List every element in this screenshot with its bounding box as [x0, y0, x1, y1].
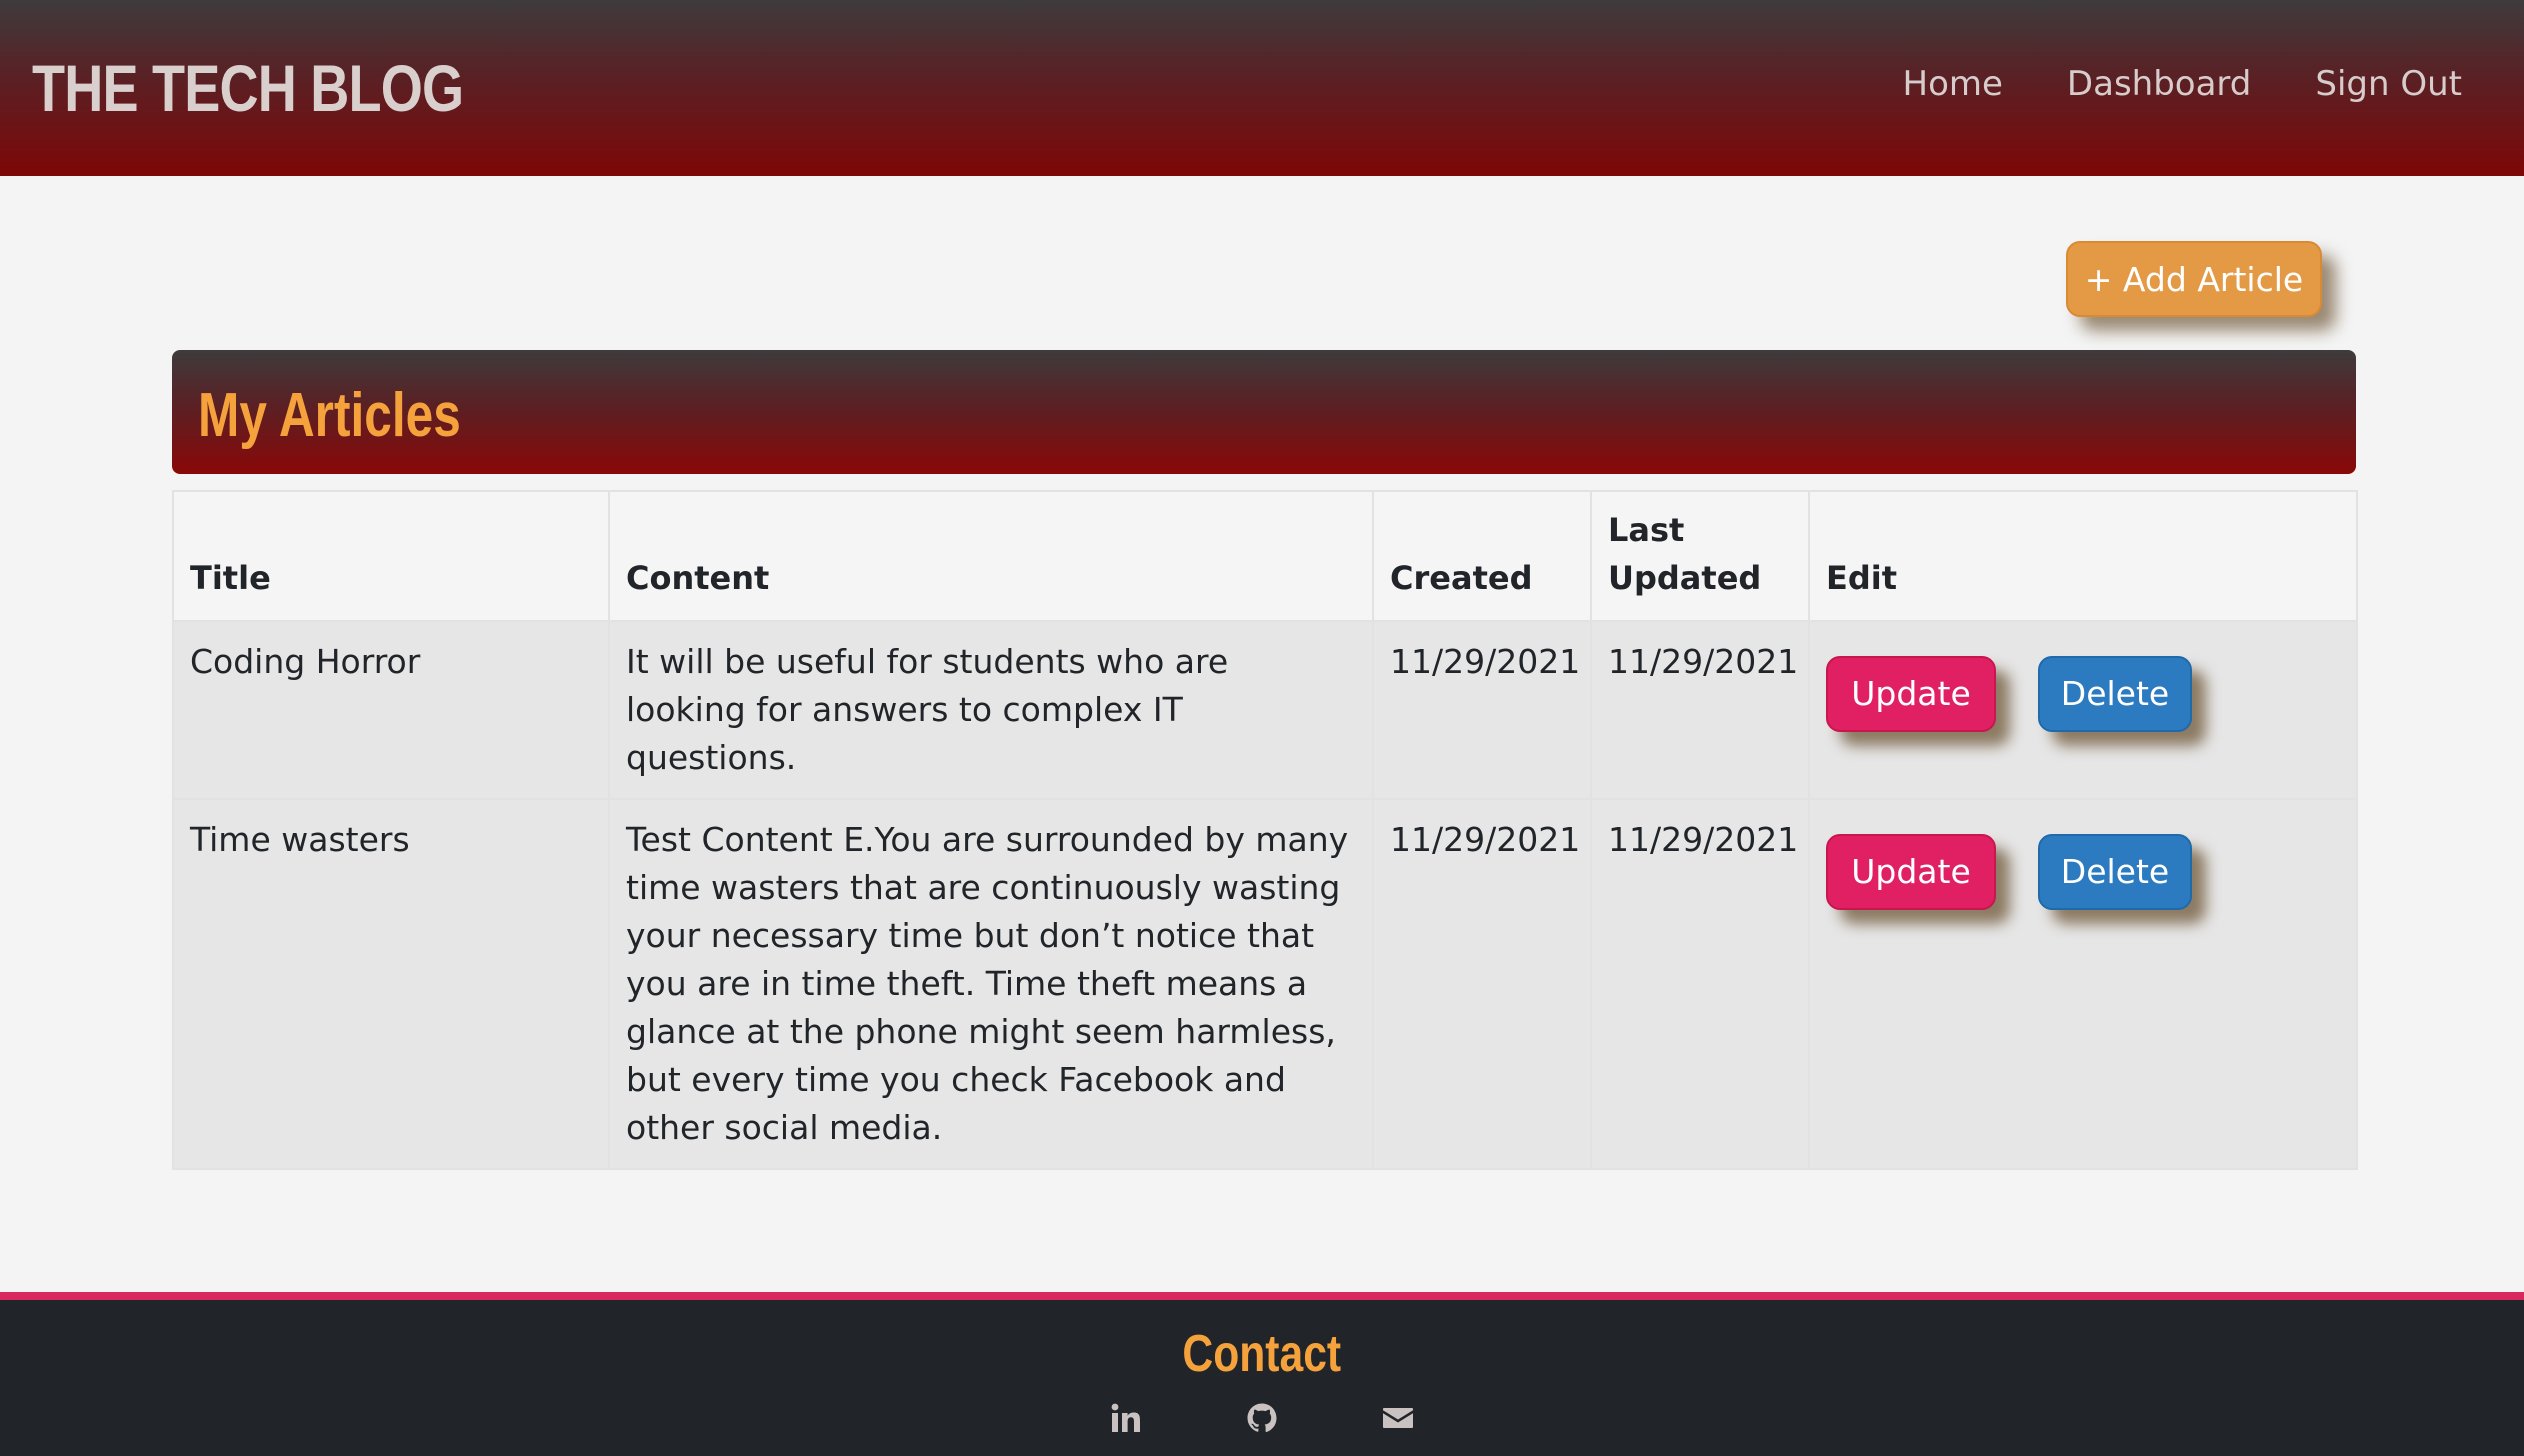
site-header: THE TECH BLOG Home Dashboard Sign Out: [0, 0, 2524, 176]
github-icon[interactable]: [1246, 1402, 1278, 1434]
table-header-row: Title Content Created Last Updated Edit: [172, 490, 2358, 622]
main-nav: Home Dashboard Sign Out: [1903, 64, 2462, 104]
article-content-cell: Test Content E.You are surrounded by man…: [608, 798, 1374, 1170]
article-title-cell: Coding Horror: [172, 620, 610, 800]
contact-icons: [0, 1402, 2524, 1434]
table-row: Time wasters Test Content E.You are surr…: [172, 798, 2358, 1170]
article-edit-cell: Update Delete: [1808, 620, 2358, 800]
nav-home-link[interactable]: Home: [1903, 64, 2003, 104]
panel-title: My Articles: [198, 381, 461, 450]
update-button[interactable]: Update: [1826, 656, 1996, 732]
article-title-cell: Time wasters: [172, 798, 610, 1170]
table-row: Coding Horror It will be useful for stud…: [172, 620, 2358, 800]
column-header-title: Title: [172, 490, 610, 622]
article-content-cell: It will be useful for students who are l…: [608, 620, 1374, 800]
contact-heading: Contact: [1182, 1325, 1342, 1383]
article-edit-cell: Update Delete: [1808, 798, 2358, 1170]
column-header-last-updated: Last Updated: [1590, 490, 1810, 622]
email-icon[interactable]: [1382, 1402, 1414, 1434]
delete-button[interactable]: Delete: [2038, 834, 2192, 910]
site-brand[interactable]: THE TECH BLOG: [32, 50, 464, 126]
update-button[interactable]: Update: [1826, 834, 1996, 910]
articles-table: Title Content Created Last Updated Edit …: [172, 490, 2358, 1170]
site-footer: Contact: [0, 1292, 2524, 1456]
nav-dashboard-link[interactable]: Dashboard: [2067, 64, 2251, 104]
linkedin-icon[interactable]: [1110, 1402, 1142, 1434]
nav-sign-out-link[interactable]: Sign Out: [2315, 64, 2462, 104]
column-header-content: Content: [608, 490, 1374, 622]
article-updated-cell: 11/29/2021: [1590, 798, 1810, 1170]
articles-panel-header: My Articles: [172, 350, 2356, 474]
column-header-created: Created: [1372, 490, 1592, 622]
article-updated-cell: 11/29/2021: [1590, 620, 1810, 800]
column-header-edit: Edit: [1808, 490, 2358, 622]
add-article-button[interactable]: + Add Article: [2066, 241, 2322, 317]
article-created-cell: 11/29/2021: [1372, 620, 1592, 800]
delete-button[interactable]: Delete: [2038, 656, 2192, 732]
footer-title: Contact: [0, 1324, 2524, 1384]
article-created-cell: 11/29/2021: [1372, 798, 1592, 1170]
